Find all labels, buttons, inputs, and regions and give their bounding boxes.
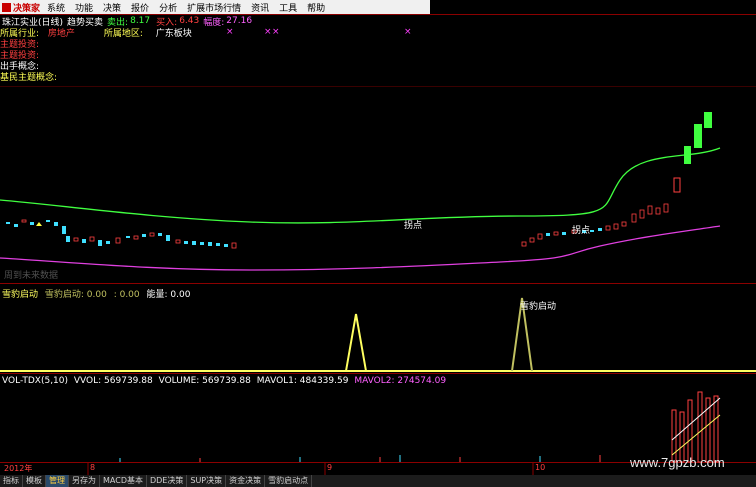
candle <box>142 234 146 237</box>
candle <box>98 240 102 246</box>
candle <box>62 226 66 234</box>
mark-x: × <box>226 27 234 37</box>
candle <box>647 205 653 215</box>
volume-bar <box>687 399 693 463</box>
tab-fund[interactable]: 资金决策 <box>226 475 266 487</box>
volume-bars <box>671 391 721 463</box>
candle <box>562 232 566 235</box>
mark-x: × <box>272 27 280 37</box>
candle <box>133 235 139 240</box>
annotation-inflection-2: 拐点 <box>572 226 591 236</box>
date-month-10: 10 <box>535 463 546 472</box>
candle <box>639 209 645 219</box>
mavol2-value: MAVOL2: 274574.09 <box>354 376 447 386</box>
candle <box>208 242 212 246</box>
panel2-value-1: 雪豹启动: 0.00 <box>44 290 107 300</box>
candle <box>30 222 34 225</box>
annotation-inflection-1: 拐点 <box>404 221 423 231</box>
snow-leopard-peak-1 <box>345 313 367 372</box>
mavol1-value: MAVOL1: 484339.59 <box>256 376 349 386</box>
green-upper-line <box>0 147 721 224</box>
candles-early <box>6 219 237 249</box>
volume-bar <box>697 391 703 463</box>
tab-save-as[interactable]: 另存为 <box>69 475 100 487</box>
candle <box>216 243 220 246</box>
tab-sup[interactable]: SUP决策 <box>187 475 227 487</box>
vvol-value: VVOL: 569739.88 <box>73 376 153 386</box>
mark-x: × <box>404 27 412 37</box>
tab-snow-leopard[interactable]: 雪豹启动点 <box>265 475 313 487</box>
candle <box>613 223 619 230</box>
tab-manage[interactable]: 管理 <box>46 475 69 487</box>
candle <box>704 112 712 128</box>
candle <box>200 242 204 245</box>
candle <box>631 213 637 223</box>
candle <box>231 242 237 249</box>
candle <box>673 177 681 193</box>
magenta-lower-line <box>0 225 721 271</box>
candle <box>663 203 669 213</box>
vol-title: VOL-TDX(5,10) <box>2 376 69 386</box>
tab-template[interactable]: 模板 <box>23 475 46 487</box>
candle <box>46 220 50 222</box>
candle <box>553 231 559 236</box>
tab-macd[interactable]: MACD基本 <box>100 475 147 487</box>
future-data-label: 周到未来数据 <box>4 271 59 281</box>
date-year: 2012年 <box>4 464 33 473</box>
candle <box>605 225 611 231</box>
candle <box>590 230 594 232</box>
candle <box>126 236 130 238</box>
candle <box>175 239 181 244</box>
volume-value: VOLUME: 569739.88 <box>158 376 251 386</box>
volume-bar <box>713 395 719 463</box>
candles-late <box>521 112 712 247</box>
candle <box>694 124 702 148</box>
tab-dde[interactable]: DDE决策 <box>147 475 188 487</box>
mavol-line-2 <box>671 414 721 456</box>
panel2-energy: 能量: 0.00 <box>146 290 191 300</box>
date-month-9: 9 <box>327 463 333 472</box>
candle <box>184 241 188 244</box>
watermark: www.7gpzb.com <box>630 455 725 470</box>
candle <box>684 146 691 164</box>
panel2-value-2: : 0.00 <box>113 290 140 300</box>
main-chart-canvas: × × × × <box>0 27 756 475</box>
peak-label: 雪豹启动 <box>520 302 557 312</box>
candle <box>82 239 86 243</box>
candle <box>521 241 527 247</box>
panel2-legend: 雪豹启动 雪豹启动: 0.00 : 0.00 能量: 0.00 <box>2 287 190 300</box>
candle <box>166 235 170 241</box>
candle <box>149 232 155 237</box>
candle <box>598 228 602 231</box>
candle <box>106 241 110 244</box>
candle <box>224 244 228 247</box>
candle <box>6 222 10 224</box>
top-markers: × × × × <box>226 27 412 37</box>
candle <box>621 221 627 227</box>
tab-indicator[interactable]: 指标 <box>0 475 23 487</box>
date-month-8: 8 <box>90 463 96 472</box>
panel3-legend: VOL-TDX(5,10) VVOL: 569739.88 VOLUME: 56… <box>2 376 446 386</box>
mavol-line <box>671 397 721 441</box>
candle <box>54 222 58 226</box>
candle <box>73 237 79 242</box>
volume-ticks <box>119 455 601 462</box>
mark-x: × <box>264 27 272 37</box>
candle <box>192 241 196 245</box>
candle <box>66 236 70 242</box>
panel2-title: 雪豹启动 <box>2 290 39 300</box>
candle <box>115 237 121 244</box>
candle <box>546 233 550 236</box>
candle <box>21 219 27 223</box>
bottom-tab-bar: 指标 模板 管理 另存为 MACD基本 DDE决策 SUP决策 资金决策 雪豹启… <box>0 475 756 487</box>
candle <box>655 207 661 215</box>
candle <box>537 233 543 240</box>
candle <box>158 233 162 236</box>
candle <box>529 237 535 243</box>
candle <box>89 236 95 242</box>
marker <box>36 222 42 226</box>
candle <box>14 224 18 227</box>
